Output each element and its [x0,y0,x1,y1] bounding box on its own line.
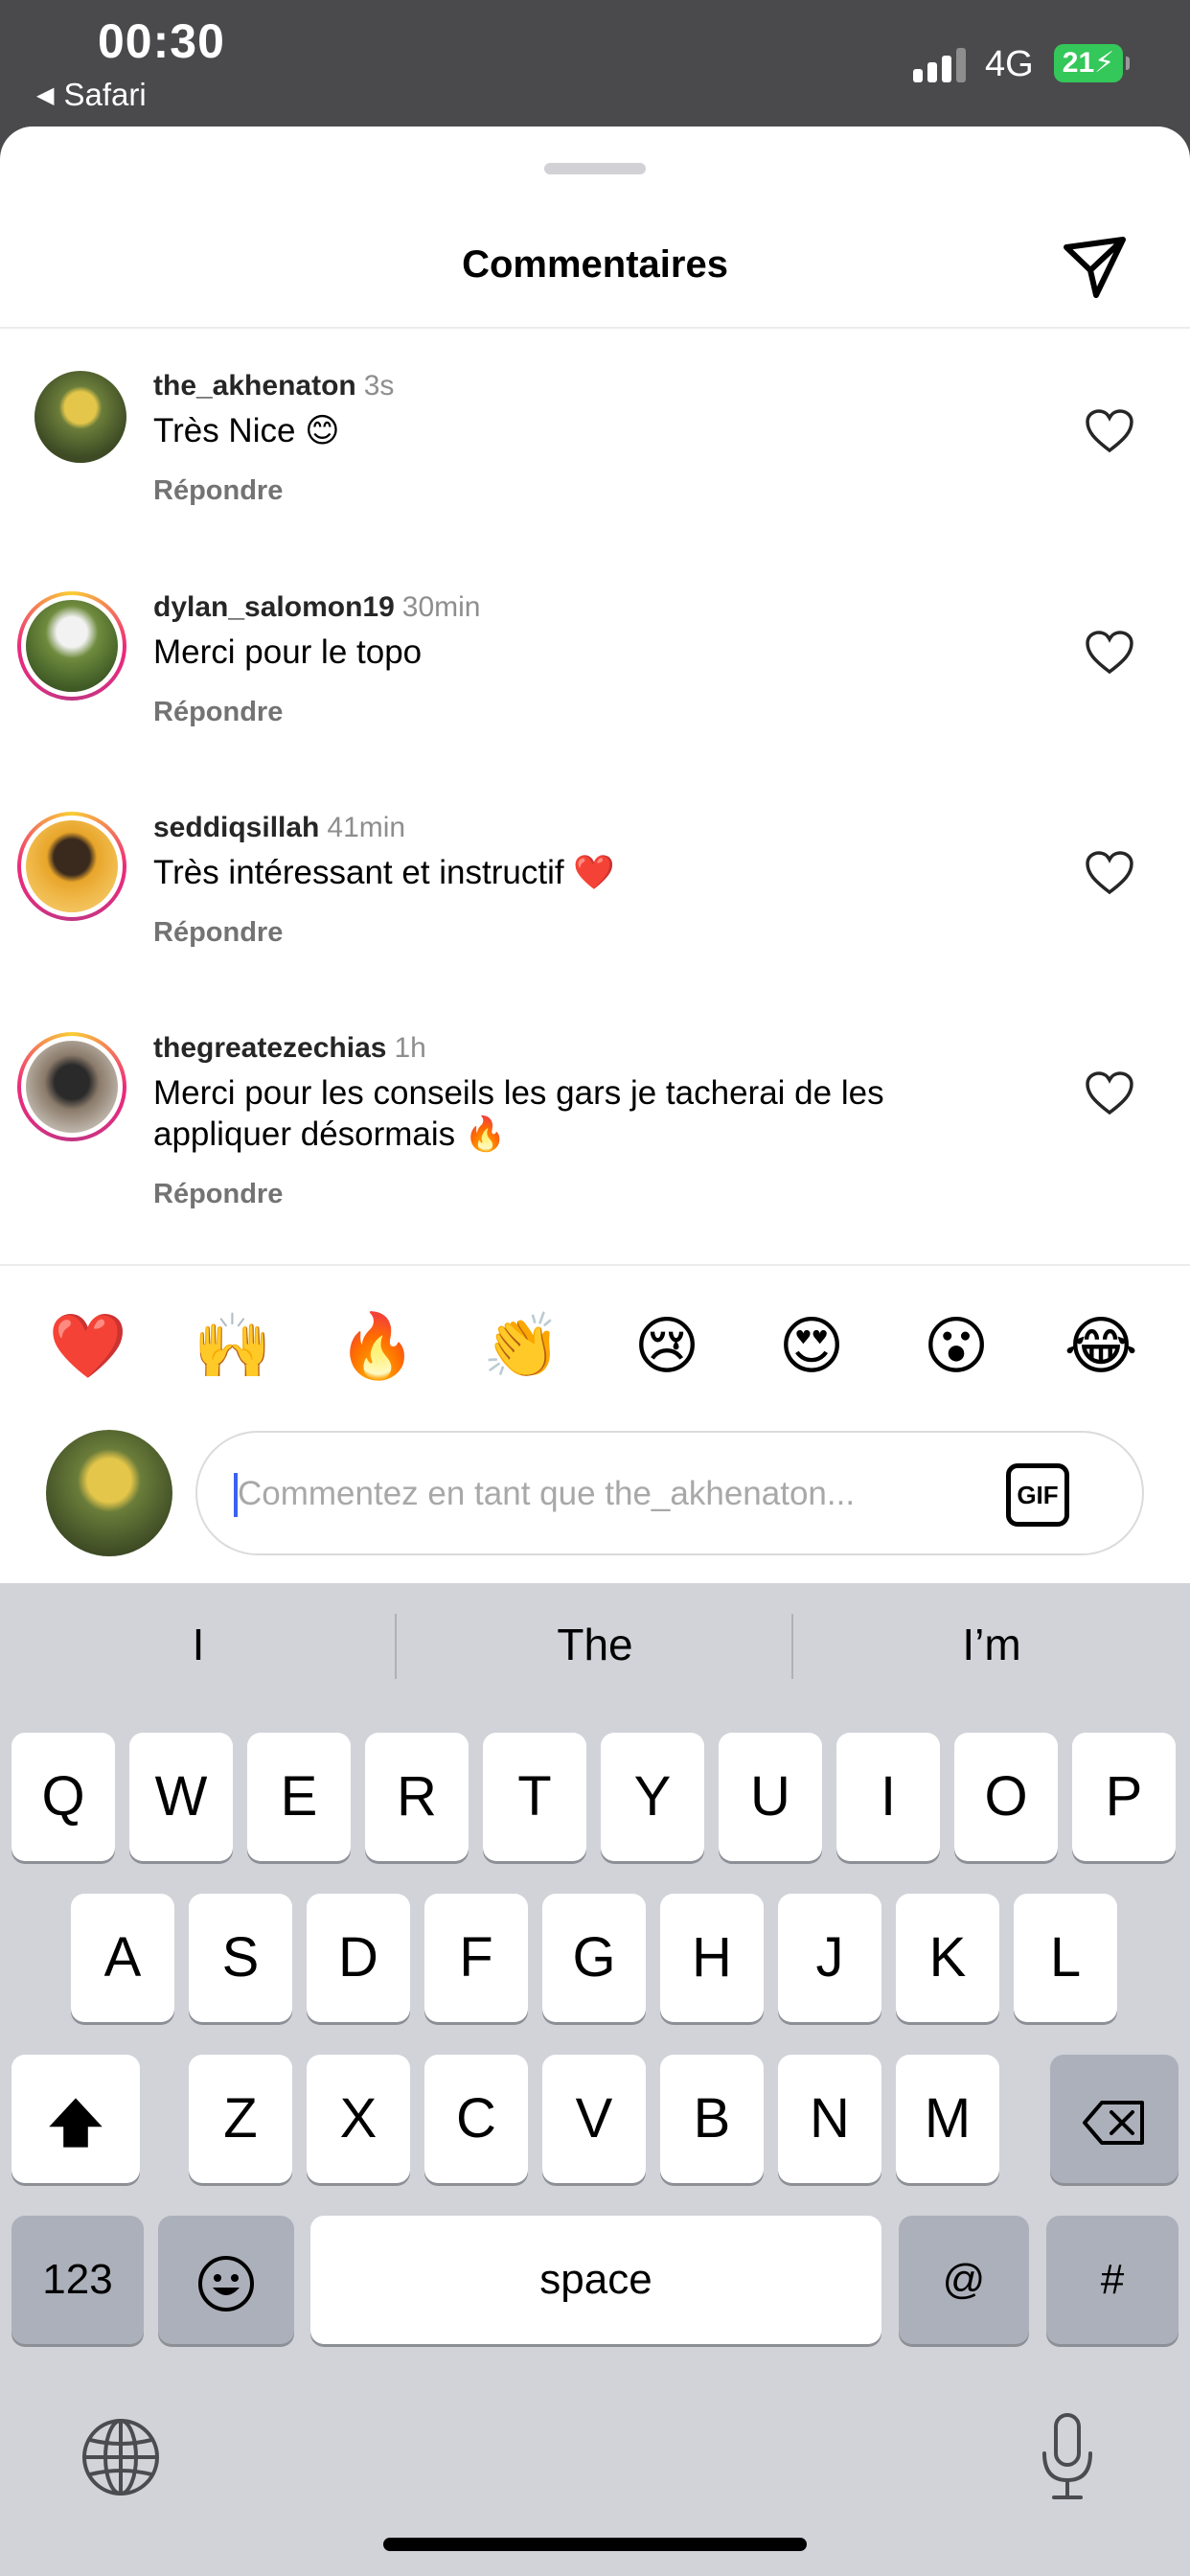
comment-time: 1h [394,1032,426,1064]
quick-reactions-bar: ❤️ 🙌 🔥 👏 😢 😍 😮 😂 [0,1303,1190,1390]
avatar[interactable] [17,812,126,921]
shift-key[interactable] [11,2055,140,2183]
paper-plane-icon[interactable] [1062,234,1129,301]
key-l[interactable]: L [1014,1894,1117,2022]
reaction-crying[interactable]: 😢 [624,1303,710,1390]
key-j[interactable]: J [778,1894,881,2022]
at-key[interactable]: @ [899,2216,1029,2344]
key-a[interactable]: A [71,1894,174,2022]
key-x[interactable]: X [307,2055,410,2183]
key-t[interactable]: T [483,1733,586,1861]
reaction-heart-eyes[interactable]: 😍 [768,1303,855,1390]
reply-button[interactable]: Répondre [153,917,283,949]
reaction-surprised[interactable]: 😮 [913,1303,999,1390]
microphone-icon[interactable] [1037,2411,1098,2503]
comment-text: Très intéressant et instructif ❤️ [153,854,615,891]
comment-input-placeholder: Commentez en tant que the_akhenaton... [238,1475,856,1512]
battery-icon: 21⚡ [1054,44,1130,82]
comment-time: 41min [327,812,406,843]
key-p[interactable]: P [1072,1733,1176,1861]
shift-arrow-icon [49,2098,103,2148]
key-k[interactable]: K [896,1894,999,2022]
key-i[interactable]: I [836,1733,940,1861]
back-arrow-icon: ◀ [36,81,55,108]
key-g[interactable]: G [542,1894,646,2022]
suggestion-item[interactable]: The [397,1610,793,1679]
keyboard: I The I’m Q W E R T Y U I O P A S D F G … [0,1583,1190,2576]
back-to-safari-button[interactable]: ◀ Safari [36,77,147,113]
comment-username[interactable]: seddiqsillah 41min [153,812,405,844]
comment-username[interactable]: thegreatezechias 1h [153,1032,426,1065]
key-b[interactable]: B [660,2055,764,2183]
like-heart-icon[interactable] [1085,1070,1134,1116]
reaction-clap[interactable]: 👏 [479,1303,565,1390]
comment-input[interactable]: Commentez en tant que the_akhenaton... G… [195,1431,1144,1555]
avatar[interactable] [17,1032,126,1141]
gif-button[interactable]: GIF [1006,1463,1069,1527]
key-z[interactable]: Z [189,2055,292,2183]
current-user-avatar [46,1430,172,1556]
like-heart-icon[interactable] [1085,630,1134,676]
reply-button[interactable]: Répondre [153,475,283,507]
status-time: 00:30 [98,14,225,68]
key-v[interactable]: V [542,2055,646,2183]
key-s[interactable]: S [189,1894,292,2022]
backspace-icon [1083,2100,1144,2145]
key-h[interactable]: H [660,1894,764,2022]
numbers-key[interactable]: 123 [11,2216,144,2344]
comment-time: 3s [363,370,395,402]
key-f[interactable]: F [424,1894,528,2022]
comments-divider [0,1264,1190,1266]
hash-key[interactable]: # [1046,2216,1179,2344]
home-indicator[interactable] [383,2538,807,2551]
key-u[interactable]: U [719,1733,822,1861]
sheet-title: Commentaires [462,243,728,286]
reply-button[interactable]: Répondre [153,1179,283,1210]
suggestion-item[interactable]: I’m [793,1610,1190,1679]
reaction-laughing[interactable]: 😂 [1058,1303,1144,1390]
reply-button[interactable]: Répondre [153,697,283,728]
space-key[interactable]: space [310,2216,881,2344]
key-o[interactable]: O [954,1733,1058,1861]
network-type: 4G [985,44,1034,84]
delete-key[interactable] [1050,2055,1179,2183]
key-r[interactable]: R [365,1733,469,1861]
cellular-signal-icon [913,48,966,82]
like-heart-icon[interactable] [1085,408,1134,454]
comment-username[interactable]: the_akhenaton 3s [153,370,394,402]
comment-username[interactable]: dylan_salomon19 30min [153,591,480,624]
suggestion-bar: I The I’m [0,1610,1190,1679]
globe-icon[interactable] [80,2417,161,2497]
battery-level: 21 [1062,47,1095,79]
reaction-heart[interactable]: ❤️ [45,1303,131,1390]
comment-text: Merci pour les conseils les gars je tach… [153,1074,884,1153]
key-y[interactable]: Y [601,1733,704,1861]
reaction-fire[interactable]: 🔥 [334,1303,421,1390]
smiley-icon [198,2255,254,2312]
comment-text: Très Nice 😊 [153,412,340,449]
key-c[interactable]: C [424,2055,528,2183]
reaction-raised-hands[interactable]: 🙌 [190,1303,276,1390]
sheet-grabber[interactable] [544,163,646,174]
comment-text: Merci pour le topo [153,633,423,671]
like-heart-icon[interactable] [1085,850,1134,896]
key-e[interactable]: E [247,1733,351,1861]
key-m[interactable]: M [896,2055,999,2183]
status-bar: 00:30 ◀ Safari 4G 21⚡ [0,0,1190,129]
avatar[interactable] [17,591,126,701]
comment-time: 30min [401,591,481,623]
key-d[interactable]: D [307,1894,410,2022]
key-w[interactable]: W [129,1733,233,1861]
key-n[interactable]: N [778,2055,881,2183]
emoji-key[interactable] [158,2216,294,2344]
avatar[interactable] [34,371,126,463]
back-app-label: Safari [63,77,147,112]
header-divider [0,327,1190,329]
suggestion-item[interactable]: I [0,1610,397,1679]
key-q[interactable]: Q [11,1733,115,1861]
